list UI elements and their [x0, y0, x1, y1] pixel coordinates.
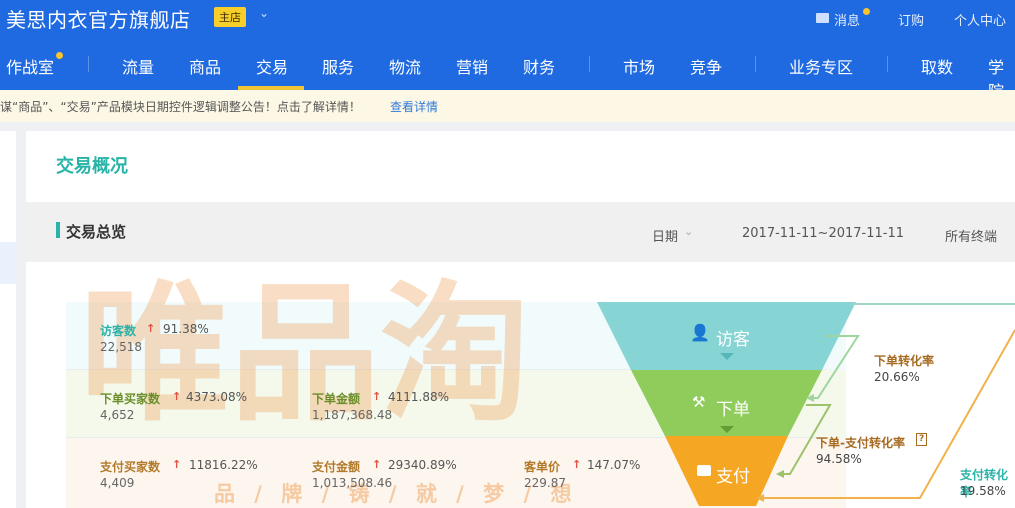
sidebar-selected-item[interactable]: [0, 242, 16, 284]
gavel-icon: ⚒: [692, 393, 706, 411]
wallet-icon: [697, 465, 711, 476]
arrow-up-icon: ↑: [172, 458, 182, 471]
unit-price-value: 229.87: [524, 476, 566, 490]
order-buyers-label: 下单买家数: [100, 392, 161, 406]
arrow-up-icon: ↑: [572, 458, 582, 471]
personal-center-link[interactable]: 个人中心: [954, 10, 1006, 29]
funnel-visit-label: 访客: [716, 330, 750, 350]
order-conv-value: 20.66%: [874, 370, 920, 384]
nav-war-room[interactable]: 作战室: [6, 54, 54, 78]
order-amount-change: 4111.88%: [388, 390, 450, 404]
nav-competition[interactable]: 竞争: [690, 54, 722, 78]
main-shop-badge: 主店: [214, 7, 246, 27]
nav-marketing[interactable]: 营销: [456, 54, 488, 78]
visitors-value: 22,518: [100, 340, 142, 354]
date-range[interactable]: 2017-11-11~2017-11-11: [742, 226, 904, 241]
notice-text: 谋“商品”、“交易”产品模块日期控件逻辑调整公告！点击了解详情！: [0, 100, 361, 114]
pay-amount-value: 1,013,508.46: [312, 476, 393, 490]
arrow-up-icon: ↑: [372, 390, 382, 403]
nav-finance[interactable]: 财务: [523, 54, 555, 78]
watermark: 唯品淘: [80, 268, 531, 442]
nav-trade[interactable]: 交易: [256, 54, 288, 78]
sidebar: [0, 131, 16, 508]
notification-dot: [56, 52, 63, 59]
watermark-slogan: 品 / 牌 / 铸 / 就 / 梦 / 想: [214, 482, 578, 506]
order-amount-label: 下单金额: [312, 392, 361, 406]
pay-amount-change: 29340.89%: [388, 458, 457, 472]
section-marker: [56, 222, 60, 238]
nav-logistics[interactable]: 物流: [389, 54, 421, 78]
arrow-up-icon: ↑: [146, 322, 156, 335]
chevron-down-icon[interactable]: ⌄: [259, 6, 269, 20]
visitors-label: 访客数: [100, 324, 137, 338]
order-buyers-value: 4,652: [100, 408, 135, 422]
order-conv-label: 下单转化率: [874, 354, 935, 368]
nav-data-fetch[interactable]: 取数: [921, 54, 953, 78]
arrow-up-icon: ↑: [372, 458, 382, 471]
order-buyers-change: 4373.08%: [186, 390, 248, 404]
funnel-graphic: [597, 302, 1015, 506]
pay-buyers-value: 4,409: [100, 476, 135, 490]
nav-divider: [589, 56, 590, 72]
order-pay-conv-label: 下单-支付转化率: [816, 436, 905, 450]
nav-divider: [887, 56, 888, 72]
arrow-up-icon: ↑: [172, 390, 182, 403]
pay-conv-value: 19.58%: [960, 484, 1006, 498]
nav-business-zone[interactable]: 业务专区: [789, 54, 853, 78]
nav-divider: [88, 56, 89, 72]
notice-details-link[interactable]: 查看详情: [390, 98, 438, 115]
order-pay-conv-value: 94.58%: [816, 452, 862, 466]
funnel-order-label: 下单: [716, 400, 750, 420]
terminal-selector[interactable]: 所有终端: [945, 226, 997, 245]
funnel-pay-label: 支付: [716, 467, 750, 487]
nav-market[interactable]: 市场: [623, 54, 655, 78]
notification-dot: [863, 8, 870, 15]
messages-link[interactable]: 消息: [834, 10, 860, 29]
pay-buyers-label: 支付买家数: [100, 460, 161, 474]
overview-title: 交易总览: [66, 223, 127, 241]
help-icon[interactable]: ?: [916, 433, 928, 446]
visitors-change: 91.38%: [163, 322, 209, 336]
nav-service[interactable]: 服务: [322, 54, 354, 78]
nav-traffic[interactable]: 流量: [122, 54, 154, 78]
pay-buyers-change: 11816.22%: [189, 458, 258, 472]
nav-products[interactable]: 商品: [189, 54, 221, 78]
chevron-down-icon[interactable]: ⌄: [684, 225, 693, 238]
unit-price-label: 客单价: [524, 460, 561, 474]
page-title: 交易概况: [56, 156, 128, 177]
subscribe-link[interactable]: 订购: [898, 10, 924, 29]
envelope-icon[interactable]: [816, 13, 829, 23]
date-dropdown[interactable]: 日期: [652, 226, 678, 245]
user-icon: 👤: [690, 323, 710, 342]
shop-title[interactable]: 美思内衣官方旗舰店: [6, 4, 191, 33]
pay-amount-label: 支付金额: [312, 460, 361, 474]
nav-divider: [755, 56, 756, 72]
order-amount-value: 1,187,368.48: [312, 408, 393, 422]
